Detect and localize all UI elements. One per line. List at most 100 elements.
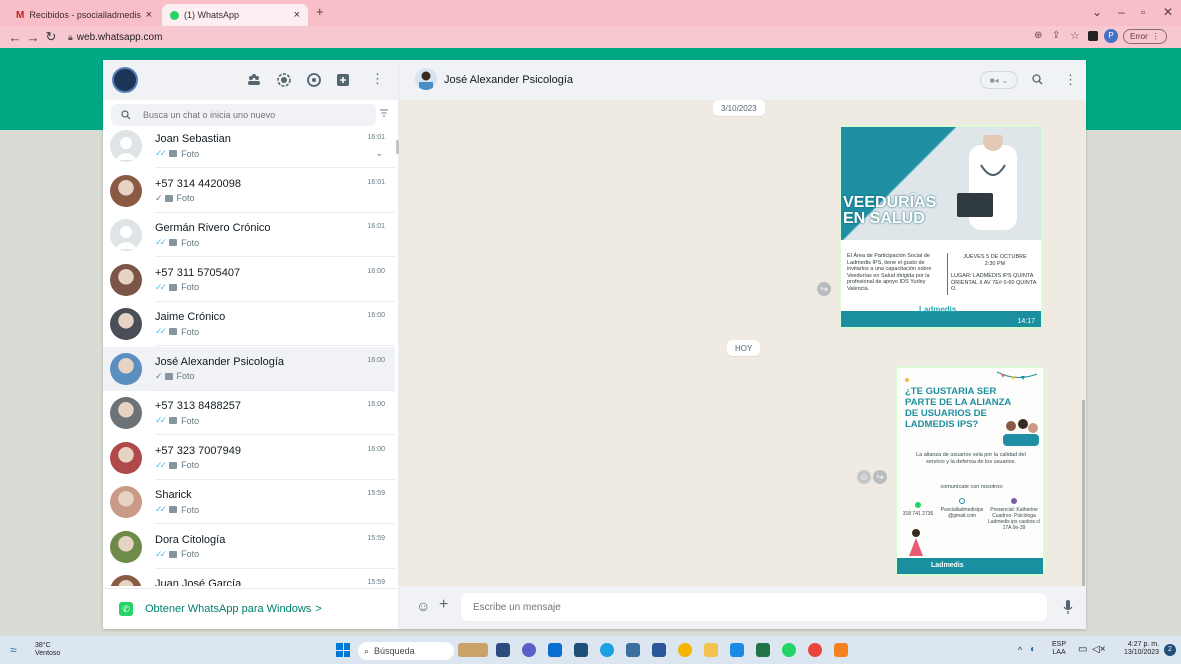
video-call-button[interactable]: ■◂ ⌄ — [980, 71, 1018, 89]
chat-body: +57 311 5705407 16:00 ✓✓ Foto — [155, 258, 395, 302]
install-icon[interactable]: ⊕ — [1034, 30, 1042, 41]
chat-list-item[interactable]: +57 314 4420098 16:01 ✓ Foto — [103, 169, 395, 213]
communities-icon[interactable] — [246, 72, 262, 88]
chat-list-item[interactable]: +57 311 5705407 16:00 ✓✓ Foto — [103, 258, 395, 302]
chat-list-item[interactable]: Juan José García 15:59 — [103, 569, 395, 586]
notification-badge[interactable]: 2 — [1164, 644, 1176, 656]
tray-chevron-up-icon[interactable]: ^ — [1018, 645, 1022, 655]
get-app-label: Obtener WhatsApp para Windows — [145, 603, 312, 615]
menu-dots-icon[interactable]: ⋮ — [371, 71, 384, 87]
message-input[interactable] — [461, 593, 1047, 621]
sidepanel-icon[interactable] — [1088, 31, 1098, 41]
weather-widget[interactable]: 38°C Ventoso — [35, 642, 60, 658]
chat-time: 16:00 — [367, 445, 385, 453]
chrome-icon[interactable] — [678, 643, 692, 657]
windows-start-icon[interactable] — [336, 643, 350, 657]
tab-gmail[interactable]: M Recibidos - psocialladmedisips@ × — [8, 4, 160, 26]
filter-icon[interactable] — [379, 108, 389, 118]
chat-list-item[interactable]: Germán Rivero Crónico 16:01 ✓✓ Foto — [103, 213, 395, 257]
menu-dots-icon[interactable]: ⋮ — [1064, 72, 1077, 88]
chat-name: +57 311 5705407 — [155, 266, 241, 279]
close-window-button[interactable]: ✕ — [1163, 5, 1173, 19]
task-view-icon[interactable] — [496, 643, 510, 657]
whatsapp-icon[interactable] — [782, 643, 796, 657]
tab-whatsapp[interactable]: (1) WhatsApp × — [162, 4, 308, 26]
chat-name: Jaime Crónico — [155, 311, 226, 323]
emoji-icon[interactable]: ☺ — [416, 598, 430, 614]
mail-icon[interactable] — [548, 643, 562, 657]
my-avatar[interactable] — [112, 67, 138, 93]
chat-list-item[interactable]: +57 323 7007949 16:00 ✓✓ Foto — [103, 436, 395, 480]
calendar-icon[interactable] — [574, 643, 588, 657]
close-tab-icon[interactable]: × — [294, 9, 300, 21]
error-button[interactable]: Error ⋮ — [1123, 29, 1167, 44]
forward-button[interactable]: → — [24, 30, 42, 45]
search-icon[interactable] — [1032, 74, 1043, 85]
microphone-icon[interactable] — [1063, 600, 1073, 615]
get-app-banner[interactable]: ✆ Obtener WhatsApp para Windows > — [103, 588, 399, 629]
contact-avatar[interactable] — [415, 68, 437, 90]
tab-search-chevron-icon[interactable]: ⌄ — [1092, 5, 1102, 19]
close-tab-icon[interactable]: × — [146, 9, 152, 21]
conversation-panel: José Alexander Psicología ■◂ ⌄ ⋮ 3/10/202… — [399, 60, 1086, 629]
app-icon[interactable] — [834, 643, 848, 657]
file-explorer-icon[interactable] — [704, 643, 718, 657]
bookmark-star-icon[interactable]: ☆ — [1070, 29, 1080, 42]
url-field[interactable]: web.whatsapp.com — [77, 32, 163, 43]
emoji-reaction-icon[interactable]: ☺ — [857, 470, 871, 484]
avatar — [110, 219, 142, 251]
word-icon[interactable] — [652, 643, 666, 657]
conversation-header[interactable]: José Alexander Psicología ■◂ ⌄ ⋮ — [399, 60, 1086, 100]
volume-icon[interactable]: ◁× — [1092, 644, 1106, 655]
chat-list-item[interactable]: Joan Sebastian 16:01 ✓✓ Foto ⌄ — [103, 130, 395, 168]
chrome-profile-icon[interactable] — [808, 643, 822, 657]
new-tab-button[interactable]: + — [316, 4, 324, 19]
taskbar-search[interactable]: ⌕ Búsqueda — [358, 642, 454, 660]
forward-icon[interactable]: ↪ — [817, 282, 831, 296]
search-input[interactable] — [143, 110, 363, 120]
flyer-body: La alianza de usuarios vela por la calid… — [916, 452, 1026, 465]
chat-list-item[interactable]: +57 313 8488257 16:00 ✓✓ Foto — [103, 391, 395, 435]
share-icon[interactable]: ⇪ — [1052, 30, 1060, 41]
browser-tab-bar: M Recibidos - psocialladmedisips@ × (1) … — [0, 0, 1181, 26]
app-icon[interactable] — [730, 643, 744, 657]
widget-landscape-icon[interactable] — [458, 643, 488, 657]
chat-list-item[interactable]: Jaime Crónico 16:00 ✓✓ Foto — [103, 302, 395, 346]
message-scrollbar[interactable] — [1082, 400, 1085, 590]
new-chat-icon[interactable] — [335, 72, 351, 88]
chevron-down-icon: ⌄ — [1001, 75, 1009, 85]
clock[interactable]: 4:27 p. m. 13/10/2023 — [1124, 641, 1159, 657]
edge-icon[interactable] — [600, 643, 614, 657]
whatsapp-app: ⋮ Joan Sebastian16:01✓✓Foto⌄+57 314 4420… — [103, 60, 1086, 629]
image-message[interactable]: ¿TE GUSTARIA SER PARTE DE LA ALIANZA DE … — [895, 366, 1045, 576]
doctor-illustration — [957, 135, 1017, 230]
chevron-down-icon[interactable]: ⌄ — [375, 148, 383, 159]
chat-time: 16:01 — [367, 134, 385, 141]
chat-list-item[interactable]: José Alexander Psicología 16:00 ✓ Foto — [103, 346, 395, 391]
avatar — [110, 397, 142, 429]
chat-name: Sharick — [155, 489, 192, 501]
sidebar-header: ⋮ — [103, 60, 399, 100]
reload-button[interactable]: ↻ — [42, 29, 60, 45]
display-icon[interactable]: ▭ — [1078, 644, 1087, 655]
back-button[interactable]: ← — [6, 30, 24, 45]
tray-app-icon[interactable]: ◐ — [1030, 644, 1036, 655]
search-icon: ⌕ — [364, 645, 370, 656]
contact-name[interactable]: José Alexander Psicología — [444, 74, 573, 86]
chat-list-item[interactable]: Sharick 15:59 ✓✓ Foto — [103, 480, 395, 524]
minimize-button[interactable]: – — [1118, 5, 1125, 19]
chat-list-item[interactable]: Dora Citología 15:59 ✓✓ Foto — [103, 525, 395, 569]
image-message[interactable]: VEEDURÍAS EN SALUD El Área de Participaci… — [839, 125, 1043, 329]
language-indicator[interactable]: ESP LAA — [1052, 641, 1066, 657]
attach-plus-icon[interactable]: + — [439, 596, 448, 614]
channels-icon[interactable] — [306, 72, 322, 88]
excel-icon[interactable] — [756, 643, 770, 657]
photo-icon — [164, 372, 173, 380]
forward-icon[interactable]: ↪ — [873, 470, 887, 484]
restore-button[interactable]: ▫ — [1141, 5, 1145, 19]
people-illustration — [1003, 419, 1039, 446]
status-icon[interactable] — [276, 72, 292, 88]
meet-icon[interactable] — [522, 643, 536, 657]
profile-avatar[interactable]: P — [1104, 29, 1118, 43]
app-icon[interactable] — [626, 643, 640, 657]
